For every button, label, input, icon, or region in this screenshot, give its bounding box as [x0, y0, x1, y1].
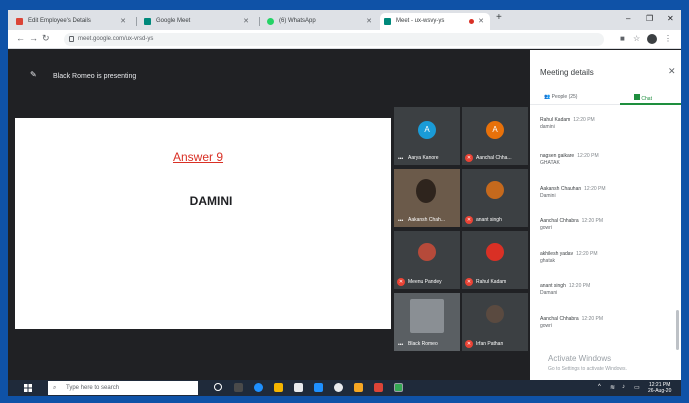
windows-taskbar: ⌕ Type here to search ^ ≋ ♪ ▭ 12:21 PM 2… [8, 380, 681, 396]
browser-tab-employee-details[interactable]: Edit Employee's Details ✕ [12, 13, 132, 30]
close-tab-icon[interactable]: ✕ [120, 13, 126, 30]
mic-muted-icon: ✕ [397, 278, 405, 286]
new-tab-button[interactable]: + [496, 12, 502, 23]
recording-indicator-icon [469, 19, 474, 24]
activate-windows-watermark: Activate Windows [548, 354, 612, 363]
slide-heading: Answer 9 [172, 150, 224, 164]
browser-tab-meet-active[interactable]: Meet - ux-wsvy-ys ✕ [380, 13, 490, 30]
powerpoint-icon[interactable] [374, 383, 383, 392]
maximize-button[interactable]: ❐ [646, 14, 653, 23]
avatar: A [486, 121, 504, 139]
participant-tile[interactable]: ✕ Irfan Pathan [462, 293, 528, 351]
tab-divider [259, 17, 260, 26]
participant-video-tile[interactable]: ••• Aakansh Chah... [394, 169, 460, 227]
chat-message: Aanchal Chhabra 12:20 PM gowri [540, 316, 604, 329]
file-explorer-icon[interactable] [274, 383, 283, 392]
avatar [418, 243, 436, 261]
chat-message: anant singh 12:20 PM Damani [540, 283, 591, 296]
gmail-favicon-icon [16, 18, 23, 25]
chat-message: Aakansh Chauhan 12:20 PM Damini [540, 186, 606, 199]
participant-tile[interactable]: ✕ Meenu Pandey [394, 231, 460, 289]
participant-tile[interactable]: A ••• Aarya Kanore [394, 107, 460, 165]
cortana-icon[interactable] [214, 383, 222, 391]
lock-icon [69, 36, 74, 42]
profile-avatar[interactable] [647, 34, 657, 44]
chat-message: nagsen gaikare 12:20 PM GHATAK [540, 153, 599, 166]
browser-tab-google-meet[interactable]: Google Meet ✕ [140, 13, 255, 30]
people-icon: 👥 [544, 94, 551, 100]
more-options-icon[interactable]: ••• [398, 342, 403, 348]
forward-arrow-icon[interactable]: → [29, 33, 38, 43]
wifi-icon[interactable]: ≋ [610, 384, 615, 391]
store-icon[interactable] [294, 383, 303, 392]
back-arrow-icon[interactable]: ← [16, 33, 25, 43]
meet-stage: ✎ Black Romeo is presenting Answer 9 DAM… [8, 50, 530, 370]
meet-favicon-icon [384, 18, 391, 25]
mail-icon[interactable] [314, 383, 323, 392]
windows-start-icon[interactable] [24, 384, 32, 392]
active-tab-indicator [620, 103, 681, 105]
participant-tile[interactable]: A ✕ Aanchal Chha... [462, 107, 528, 165]
avatar [486, 305, 504, 323]
pin-icon[interactable]: ✎ [30, 70, 37, 79]
chat-message: Rahul Kadam 12:20 PM damini [540, 117, 595, 130]
activate-windows-subtext: Go to Settings to activate Windows. [548, 366, 627, 372]
browser-toolbar: ← → ↻ meet.google.com/ux-vrsd-ys ■ ☆ ⋮ [8, 30, 681, 49]
chat-message: Aanchal Chhabra 12:20 PM gowri [540, 218, 604, 231]
tray-chevron-icon[interactable]: ^ [598, 384, 601, 390]
presenting-banner: Black Romeo is presenting [53, 73, 137, 80]
presentation-slide: Answer 9 DAMINI [15, 118, 391, 329]
chrome-icon[interactable] [334, 383, 343, 392]
volume-icon[interactable]: ♪ [622, 384, 625, 390]
panel-title: Meeting details [540, 68, 594, 77]
edge-icon[interactable] [254, 383, 263, 392]
taskbar-search-input[interactable]: ⌕ Type here to search [48, 381, 198, 395]
mic-muted-icon: ✕ [465, 216, 473, 224]
bookmark-star-icon[interactable]: ☆ [633, 34, 640, 43]
close-tab-icon[interactable]: ✕ [478, 13, 484, 30]
tab-people[interactable]: 👥 People (25) [544, 94, 577, 100]
participant-tile[interactable]: ✕ anant singh [462, 169, 528, 227]
mic-muted-icon: ✕ [465, 154, 473, 162]
mic-muted-icon: ✕ [465, 340, 473, 348]
menu-kebab-icon[interactable]: ⋮ [664, 34, 672, 43]
meet-favicon-icon [144, 18, 151, 25]
minimize-button[interactable]: – [626, 14, 630, 23]
participant-video-feed [416, 179, 436, 203]
participant-video-feed [410, 299, 444, 333]
chat-message: akhilesh yadav 12:20 PM ghatak [540, 251, 598, 264]
taskbar-clock[interactable]: 12:21 PM 26-Aug-20 [648, 382, 671, 394]
address-bar[interactable]: meet.google.com/ux-vrsd-ys [64, 33, 604, 46]
browser-tab-whatsapp[interactable]: (6) WhatsApp ✕ [263, 13, 378, 30]
whatsapp-favicon-icon [267, 18, 274, 25]
chat-scrollbar[interactable] [676, 310, 679, 350]
close-window-button[interactable]: ✕ [667, 14, 674, 23]
chrome-active-icon[interactable] [394, 383, 403, 392]
close-tab-icon[interactable]: ✕ [366, 13, 372, 30]
close-panel-icon[interactable]: ✕ [668, 66, 676, 77]
participant-grid: A ••• Aarya Kanore A ✕ Aanchal Chha... •… [392, 107, 530, 358]
tab-divider [136, 17, 137, 26]
participant-tile[interactable]: ✕ Rahul Kadam [462, 231, 528, 289]
mic-muted-icon: ✕ [465, 278, 473, 286]
avatar [486, 243, 504, 261]
participant-video-tile[interactable]: ••• Black Romeo [394, 293, 460, 351]
camera-icon[interactable]: ■ [620, 34, 625, 43]
task-view-icon[interactable] [234, 383, 243, 392]
meeting-details-panel: Meeting details ✕ 👥 People (25) Chat Rah… [530, 50, 681, 380]
search-icon: ⌕ [53, 385, 57, 391]
tab-chat[interactable]: Chat [634, 94, 652, 102]
avatar: A [418, 121, 436, 139]
reload-icon[interactable]: ↻ [42, 33, 50, 44]
browser-tab-strip: Edit Employee's Details ✕ Google Meet ✕ … [8, 10, 681, 30]
more-options-icon[interactable]: ••• [398, 156, 403, 162]
avatar [486, 181, 504, 199]
close-tab-icon[interactable]: ✕ [243, 13, 249, 30]
chat-icon [634, 94, 640, 100]
more-options-icon[interactable]: ••• [398, 218, 403, 224]
notification-icon[interactable]: ▭ [634, 384, 640, 391]
slide-body-text: DAMINI [189, 194, 233, 208]
firefox-icon[interactable] [354, 383, 363, 392]
screen: Edit Employee's Details ✕ Google Meet ✕ … [8, 10, 681, 396]
